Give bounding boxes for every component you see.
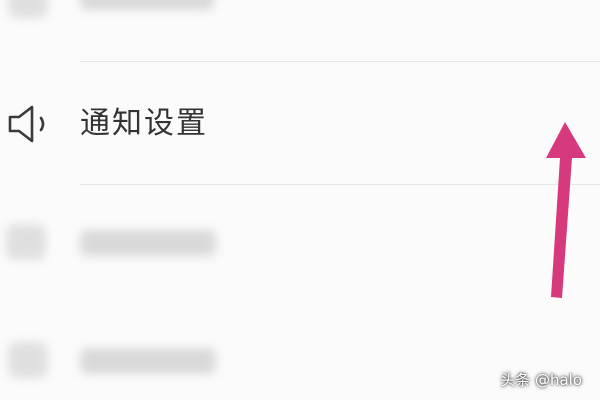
blurred-item-icon (8, 342, 48, 378)
blurred-item-label (80, 0, 214, 10)
blurred-item-icon (6, 224, 46, 260)
blurred-settings-item[interactable] (0, 214, 600, 274)
notification-settings-label: 通知设置 (80, 106, 208, 141)
blurred-item-label (80, 348, 216, 374)
watermark-text: 头条 @halo (500, 371, 582, 389)
annotation-arrow-up (546, 122, 586, 298)
list-divider (80, 184, 600, 185)
blurred-settings-item-top[interactable] (0, 0, 600, 42)
blurred-item-icon (8, 0, 48, 18)
speaker-icon (8, 105, 45, 143)
blurred-item-label (80, 230, 216, 256)
